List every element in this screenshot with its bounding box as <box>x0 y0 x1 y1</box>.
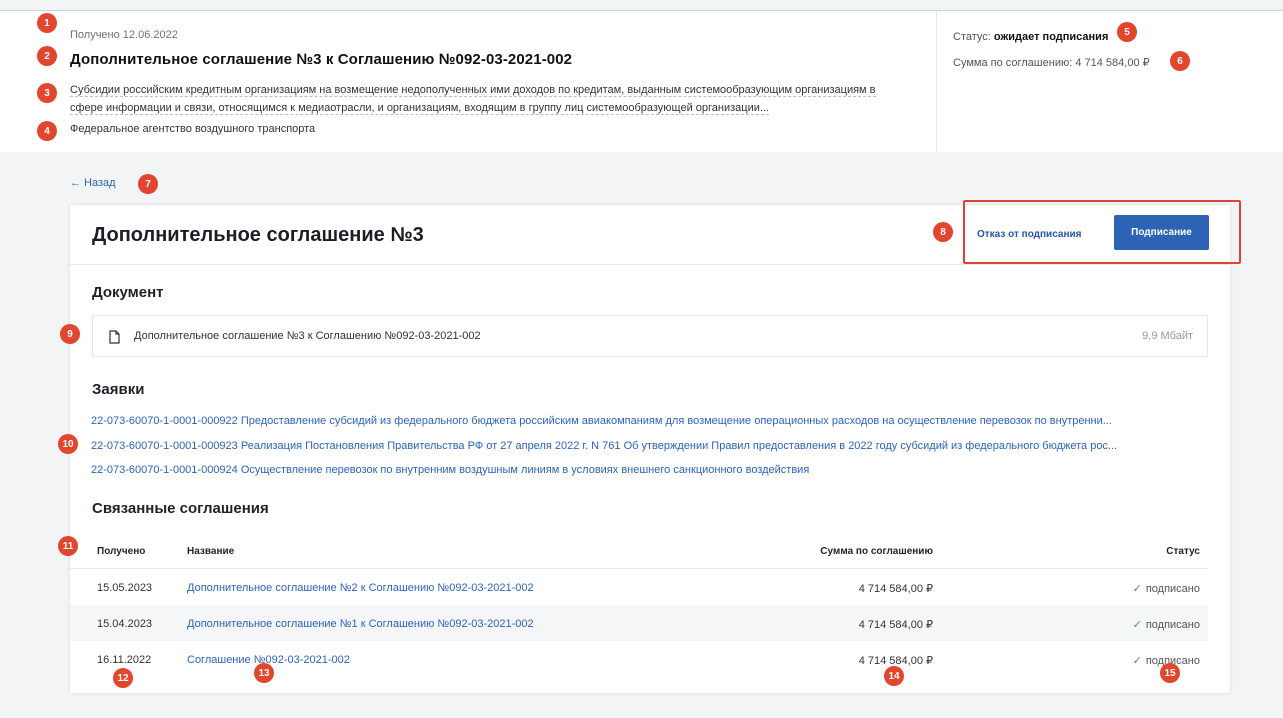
annotation-badge-8: 8 <box>933 222 953 242</box>
check-icon: ✓ <box>1132 655 1142 667</box>
column-header-name: Название <box>187 546 235 557</box>
requests-section-title: Заявки <box>92 381 145 398</box>
annotation-badge-12: 12 <box>113 668 133 688</box>
document-size: 9,9 Мбайт <box>1142 330 1193 342</box>
status-label: Статус: <box>953 31 991 43</box>
row-date: 15.05.2023 <box>97 582 153 594</box>
annotation-badge-1: 1 <box>37 13 57 33</box>
annotation-badge-14: 14 <box>884 666 904 686</box>
check-icon: ✓ <box>1132 583 1142 595</box>
document-section-title: Документ <box>92 284 164 301</box>
agreement-title: Дополнительное соглашение №3 к Соглашени… <box>70 51 573 68</box>
row-date: 16.11.2022 <box>97 654 152 666</box>
row-date: 15.04.2023 <box>97 618 153 630</box>
sum-line: Сумма по соглашению: 4 714 584,00 ₽ <box>953 56 1150 69</box>
header-summary: Статус: ожидает подписания Сумма по согл… <box>936 11 1283 152</box>
table-row: 15.05.2023 Дополнительное соглашение №2 … <box>70 569 1208 605</box>
row-status-text: подписано <box>1145 583 1200 595</box>
related-section-title: Связанные соглашения <box>92 500 269 517</box>
agreement-card: Дополнительное соглашение №3 Отказ от по… <box>70 200 1241 693</box>
sum-value: 4 714 584,00 ₽ <box>1075 57 1150 69</box>
refuse-signing-button[interactable]: Отказ от подписания <box>977 229 1081 240</box>
table-header-row: Получено Название Сумма по соглашению Ст… <box>70 533 1208 569</box>
row-sum: 4 714 584,00 ₽ <box>858 619 933 631</box>
annotation-badge-13: 13 <box>254 663 274 683</box>
annotation-badge-6: 6 <box>1170 51 1190 71</box>
file-icon <box>109 330 120 344</box>
row-status-text: подписано <box>1145 619 1200 631</box>
request-link[interactable]: 22-073-60070-1-0001-000923 Реализация По… <box>91 440 1216 452</box>
row-status: ✓ подписано <box>1133 618 1200 631</box>
column-header-date: Получено <box>97 546 146 557</box>
agreement-header: Получено 12.06.2022 Дополнительное согла… <box>0 11 1283 152</box>
sign-button[interactable]: Подписание <box>1114 215 1209 250</box>
annotation-badge-9: 9 <box>60 324 80 344</box>
annotation-badge-7: 7 <box>138 174 158 194</box>
table-row: 15.04.2023 Дополнительное соглашение №1 … <box>70 605 1208 641</box>
status-value: ожидает подписания <box>993 31 1109 43</box>
document-name: Дополнительное соглашение №3 к Соглашени… <box>134 330 481 342</box>
row-sum: 4 714 584,00 ₽ <box>858 583 933 595</box>
request-link[interactable]: 22-073-60070-1-0001-000924 Осуществление… <box>91 464 1216 476</box>
document-file[interactable]: Дополнительное соглашение №3 к Соглашени… <box>92 315 1208 357</box>
annotation-badge-11: 11 <box>58 536 78 556</box>
card-title: Дополнительное соглашение №3 <box>92 224 424 246</box>
annotation-badge-5: 5 <box>1117 22 1137 42</box>
annotation-badge-4: 4 <box>37 121 57 141</box>
column-header-status: Статус <box>1166 546 1200 557</box>
check-icon: ✓ <box>1132 619 1142 631</box>
table-row: 16.11.2022 Соглашение №092-03-2021-002 4… <box>70 641 1208 677</box>
status-line: Статус: ожидает подписания <box>953 31 1108 43</box>
sum-label: Сумма по соглашению: <box>953 57 1073 69</box>
column-header-sum: Сумма по соглашению <box>820 546 933 557</box>
agreement-description: Субсидии российским кредитным организаци… <box>70 81 910 117</box>
agency-name: Федеральное агентство воздушного транспо… <box>70 123 316 135</box>
received-date: Получено 12.06.2022 <box>70 29 178 41</box>
annotation-badge-3: 3 <box>37 83 57 103</box>
annotation-badge-2: 2 <box>37 46 57 66</box>
agreement-description-text: Субсидии российским кредитным организаци… <box>70 84 876 115</box>
row-sum: 4 714 584,00 ₽ <box>858 655 933 667</box>
row-name-link[interactable]: Дополнительное соглашение №2 к Соглашени… <box>187 582 534 594</box>
header-info: Получено 12.06.2022 Дополнительное согла… <box>70 11 936 152</box>
back-link[interactable]: ← Назад <box>70 177 116 189</box>
card-header: Дополнительное соглашение №3 Отказ от по… <box>70 200 1241 265</box>
request-link[interactable]: 22-073-60070-1-0001-000922 Предоставлени… <box>91 415 1216 427</box>
annotation-badge-10: 10 <box>58 434 78 454</box>
row-status: ✓ подписано <box>1133 582 1200 595</box>
annotation-badge-15: 15 <box>1160 663 1180 683</box>
row-name-link[interactable]: Дополнительное соглашение №1 к Соглашени… <box>187 618 534 630</box>
